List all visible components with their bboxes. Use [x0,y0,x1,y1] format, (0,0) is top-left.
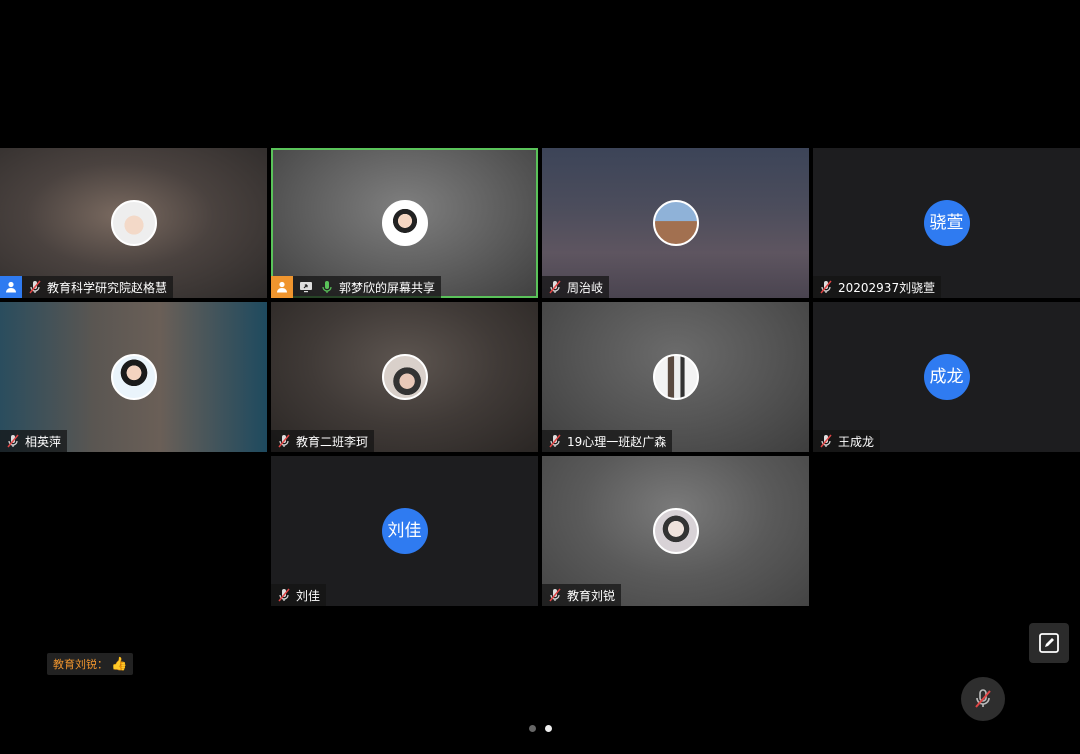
mic-muted-icon [547,279,563,295]
participant-label: 周治岐 [542,276,610,298]
mic-muted-icon [818,433,834,449]
participant-avatar [652,508,699,554]
participant-name: 刘佳 [296,588,321,603]
participant-initials: 骁萱 [923,200,970,246]
participant-tile-active-speaker[interactable]: 郭梦欣的屏幕共享 [271,148,538,298]
participant-tile[interactable]: 成龙 王成龙 [813,302,1080,452]
participant-initials: 刘佳 [381,508,428,554]
participant-avatar [652,354,699,400]
participant-name: 20202937刘骁萱 [838,280,936,295]
page-dot-2-current[interactable] [545,725,552,732]
participant-name: 教育二班李珂 [296,434,369,449]
reaction-sender: 教育刘锐： [53,658,108,671]
mic-muted-icon [27,279,43,295]
participant-name: 教育刘锐 [567,588,616,603]
mic-muted-icon [547,587,563,603]
participant-avatar [381,354,428,400]
mute-microphone-button[interactable] [961,677,1005,721]
participant-avatar [110,354,157,400]
screen-share-icon [298,279,314,295]
participant-avatar [652,200,699,246]
participant-tile[interactable]: 骁萱 20202937刘骁萱 [813,148,1080,298]
participant-label: 刘佳 [271,584,327,606]
participant-tile[interactable]: 刘佳 刘佳 [271,456,538,606]
mic-muted-icon [276,587,292,603]
participant-label: 19心理一班赵广森 [542,430,673,452]
mic-muted-icon [547,433,563,449]
page-indicator [529,725,552,732]
participant-name: 相英萍 [25,434,62,449]
cohost-icon [271,276,293,298]
page-dot-1[interactable] [529,725,536,732]
participant-name: 19心理一班赵广森 [567,434,667,449]
participant-name: 郭梦欣的屏幕共享 [339,280,436,295]
host-icon [0,276,22,298]
participant-avatar [110,200,157,246]
participant-label: 教育二班李珂 [271,430,375,452]
annotate-icon [1039,633,1059,653]
participant-tile[interactable]: 19心理一班赵广森 [542,302,809,452]
participant-label: 20202937刘骁萱 [813,276,942,298]
chat-reaction-bubble: 教育刘锐： 👍 [47,653,134,675]
participant-label: 教育科学研究院赵格慧 [0,276,174,298]
participant-name: 周治岐 [567,280,604,295]
mic-off-icon [975,689,991,708]
participant-initials: 成龙 [923,354,970,400]
participant-tile[interactable]: 教育刘锐 [542,456,809,606]
participant-label: 王成龙 [813,430,881,452]
mic-muted-icon [276,433,292,449]
participant-name: 教育科学研究院赵格慧 [47,280,168,295]
participant-tile[interactable]: 教育二班李珂 [271,302,538,452]
mic-muted-icon [818,279,834,295]
participant-label: 教育刘锐 [542,584,622,606]
thumbs-up-icon: 👍 [111,656,128,672]
participant-tile[interactable]: 相英萍 [0,302,267,452]
participant-tile[interactable]: 周治岐 [542,148,809,298]
mic-muted-icon [5,433,21,449]
participant-label: 相英萍 [0,430,68,452]
participant-label: 郭梦欣的屏幕共享 [271,276,442,298]
mic-on-icon [319,279,335,295]
video-grid: 教育科学研究院赵格慧 郭梦欣的屏幕共享 周治岐 骁萱 20202937刘骁萱 相… [0,148,1080,606]
participant-avatar [381,200,428,246]
annotate-button[interactable] [1029,623,1069,663]
participant-name: 王成龙 [838,434,875,449]
participant-tile[interactable]: 教育科学研究院赵格慧 [0,148,267,298]
